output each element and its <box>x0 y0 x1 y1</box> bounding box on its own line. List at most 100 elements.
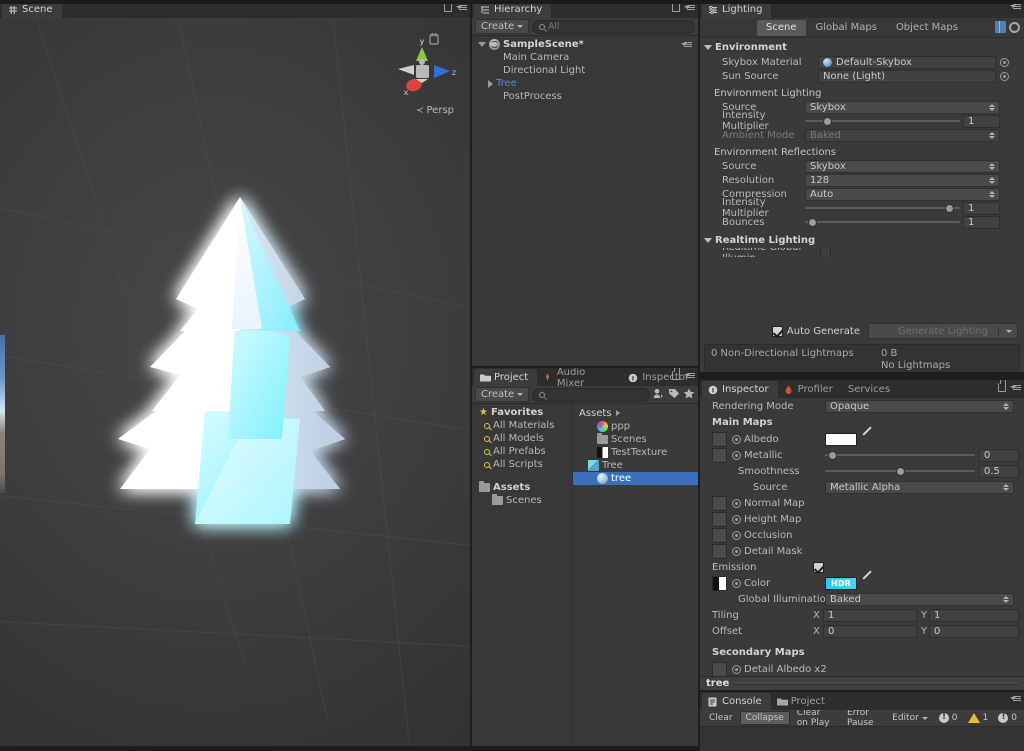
scene-viewport[interactable]: y z x ≺ Persp <box>0 19 470 746</box>
smoothness-slider[interactable] <box>825 465 975 478</box>
tab-console-project[interactable]: Project <box>770 693 834 710</box>
console-error-pause-button[interactable]: Error Pause <box>841 708 885 728</box>
favorite-all-prefabs[interactable]: All Prefabs <box>472 445 572 458</box>
help-book-icon[interactable] <box>995 21 1006 33</box>
lock-icon[interactable] <box>672 0 680 12</box>
slider-knob[interactable] <box>808 217 817 227</box>
slider-knob[interactable] <box>828 450 837 460</box>
asset-item-tree-prefab[interactable]: Tree <box>573 459 698 472</box>
console-collapse-button[interactable]: Collapse <box>739 711 790 725</box>
offset-x-input[interactable]: 0 <box>823 624 917 638</box>
toggle-icon[interactable] <box>732 664 741 674</box>
lock-icon[interactable] <box>672 368 680 380</box>
object-picker-icon[interactable] <box>1000 71 1009 81</box>
panel-menu-icon[interactable] <box>1010 695 1021 703</box>
slider-knob[interactable] <box>896 466 905 476</box>
favorite-all-scripts[interactable]: All Scripts <box>472 458 572 471</box>
hierarchy-create-button[interactable]: Create <box>475 19 530 34</box>
favorite-all-materials[interactable]: All Materials <box>472 419 572 432</box>
chevron-down-icon[interactable] <box>478 42 486 47</box>
panel-menu-icon[interactable] <box>684 372 695 380</box>
reflection-intensity-slider[interactable] <box>805 202 960 215</box>
emission-checkbox[interactable] <box>813 561 824 573</box>
reflection-bounces-value[interactable]: 1 <box>963 215 1000 229</box>
console-editor-dropdown[interactable]: Editor <box>886 711 934 725</box>
emission-color-swatch[interactable]: HDR <box>825 576 857 590</box>
lock-icon[interactable] <box>444 0 452 12</box>
rendering-mode-dropdown[interactable]: Opaque <box>825 399 1014 413</box>
asset-item-tree-mesh[interactable]: tree <box>573 472 698 485</box>
filter-by-type-icon[interactable] <box>653 388 665 402</box>
eyedropper-icon[interactable] <box>862 433 874 445</box>
tab-lighting-object-maps[interactable]: Object Maps <box>887 20 967 36</box>
hierarchy-search-input[interactable]: All <box>532 19 695 34</box>
object-picker-icon[interactable] <box>1000 57 1009 67</box>
panel-menu-icon[interactable] <box>684 4 695 12</box>
metallic-value[interactable]: 0 <box>979 448 1019 462</box>
reflection-resolution-dropdown[interactable]: 128 <box>805 173 1000 187</box>
panel-menu-icon[interactable] <box>1010 384 1021 392</box>
console-clear-on-play-button[interactable]: Clear on Play <box>791 708 840 728</box>
tiling-x-input[interactable]: 1 <box>823 608 917 622</box>
slider-knob[interactable] <box>823 116 832 126</box>
metallic-texture-slot[interactable] <box>712 447 727 463</box>
realtime-gi-checkbox[interactable] <box>820 248 831 257</box>
reflection-bounces-slider[interactable] <box>805 216 960 229</box>
tab-console[interactable]: Console <box>702 693 771 710</box>
favorites-star-icon[interactable] <box>683 388 695 402</box>
chevron-right-icon[interactable] <box>488 79 493 88</box>
reflection-intensity-value[interactable]: 1 <box>963 201 1000 215</box>
toggle-icon[interactable] <box>732 530 741 540</box>
tab-profiler[interactable]: Profiler <box>777 381 842 398</box>
toggle-icon[interactable] <box>732 546 741 556</box>
toggle-icon[interactable] <box>732 578 741 588</box>
tree-3d-object[interactable] <box>0 19 470 746</box>
toggle-icon[interactable] <box>732 514 741 524</box>
filter-by-label-icon[interactable] <box>668 388 680 402</box>
tab-audio-mixer[interactable]: Audio Mixer <box>537 368 623 389</box>
project-create-button[interactable]: Create <box>475 387 530 402</box>
smoothness-value[interactable]: 0.5 <box>979 464 1019 478</box>
asset-item-ppp[interactable]: ppp <box>573 420 698 433</box>
tab-inspector[interactable]: i Inspector <box>702 381 778 398</box>
tab-lighting-scene[interactable]: Scene <box>757 19 806 36</box>
tiling-y-input[interactable]: 1 <box>929 608 1019 622</box>
sun-source-field[interactable]: None (Light) <box>818 69 996 83</box>
detail-mask-texture-slot[interactable] <box>712 543 727 559</box>
projection-mode-label[interactable]: ≺ Persp <box>416 105 454 116</box>
global-illumination-dropdown[interactable]: Baked <box>825 592 1014 606</box>
hierarchy-item-postprocess[interactable]: PostProcess <box>472 90 698 103</box>
toggle-icon[interactable] <box>732 434 741 444</box>
hierarchy-item-tree[interactable]: Tree <box>472 77 698 90</box>
env-lighting-intensity-value[interactable]: 1 <box>963 114 1000 128</box>
realtime-lighting-header[interactable]: Realtime Lighting <box>700 233 1024 248</box>
tab-lighting-global-maps[interactable]: Global Maps <box>807 20 886 36</box>
reflection-source-dropdown[interactable]: Skybox <box>805 159 1000 173</box>
reflection-compression-dropdown[interactable]: Auto <box>805 187 1000 201</box>
detail-albedo-texture-slot[interactable] <box>712 661 727 677</box>
environment-section-header[interactable]: Environment <box>700 40 1024 55</box>
generate-lighting-button[interactable]: Generate Lighting <box>868 323 1018 339</box>
tab-project[interactable]: Project <box>474 369 538 386</box>
hierarchy-scene-row[interactable]: SampleScene* <box>472 38 698 51</box>
console-clear-button[interactable]: Clear <box>703 711 739 725</box>
gear-icon[interactable] <box>1009 21 1020 33</box>
assets-child-scenes[interactable]: Scenes <box>472 494 572 507</box>
skybox-material-field[interactable]: Default-Skybox <box>818 55 996 69</box>
tab-services[interactable]: Services <box>841 381 900 398</box>
env-lighting-intensity-slider[interactable] <box>805 115 960 128</box>
scene-context-menu-icon[interactable] <box>681 41 692 49</box>
hierarchy-item-directional-light[interactable]: Directional Light <box>472 64 698 77</box>
lock-icon[interactable] <box>998 380 1006 392</box>
normal-map-texture-slot[interactable] <box>712 495 727 511</box>
slider-knob[interactable] <box>945 203 954 213</box>
height-map-texture-slot[interactable] <box>712 511 727 527</box>
console-info-count[interactable]: 0 <box>935 712 962 723</box>
project-search-input[interactable] <box>532 387 650 402</box>
panel-menu-icon[interactable] <box>1010 3 1021 11</box>
offset-y-input[interactable]: 0 <box>929 624 1019 638</box>
albedo-texture-slot[interactable] <box>712 431 727 447</box>
toggle-icon[interactable] <box>732 450 741 460</box>
metallic-slider[interactable] <box>825 449 975 462</box>
albedo-color-swatch[interactable] <box>825 432 857 446</box>
